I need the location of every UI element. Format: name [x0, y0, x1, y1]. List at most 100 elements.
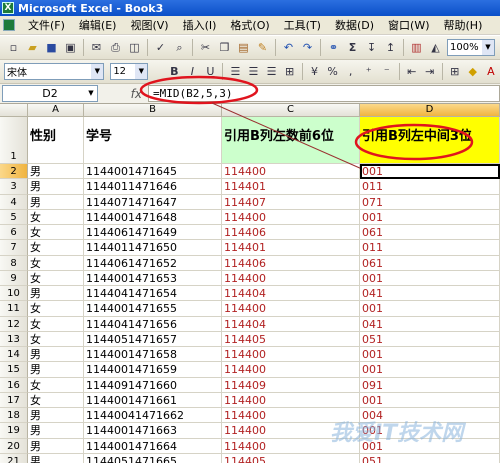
chevron-down-icon[interactable]: ▼ — [85, 86, 97, 101]
header-cell-student-id[interactable]: 学号 — [84, 117, 222, 164]
open-icon[interactable]: ▰ — [24, 39, 41, 56]
left6-cell[interactable]: 114400 — [222, 438, 360, 454]
row-header[interactable]: 17 — [0, 392, 28, 408]
workbook-icon[interactable] — [3, 19, 15, 31]
student-id-cell[interactable]: 1144001471663 — [84, 423, 222, 439]
menu-data[interactable]: 数据(D) — [328, 17, 381, 33]
align-left-icon[interactable]: ☰ — [227, 63, 243, 80]
left6-cell[interactable]: 114406 — [222, 255, 360, 271]
format-painter-icon[interactable]: ✎ — [254, 39, 271, 56]
gender-cell[interactable]: 男 — [28, 423, 84, 439]
mid3-cell[interactable]: 041 — [360, 316, 500, 332]
gender-cell[interactable]: 男 — [28, 453, 84, 463]
row-header[interactable]: 15 — [0, 362, 28, 378]
left6-cell[interactable]: 114401 — [222, 179, 360, 195]
menu-edit[interactable]: 编辑(E) — [72, 17, 124, 33]
left6-cell[interactable]: 114406 — [222, 225, 360, 241]
left6-cell[interactable]: 114400 — [222, 347, 360, 363]
row-header[interactable]: 9 — [0, 270, 28, 286]
mid3-cell[interactable]: 001 — [360, 423, 500, 439]
drawing-icon[interactable]: ◭ — [427, 39, 444, 56]
chevron-down-icon[interactable]: ▼ — [91, 64, 104, 79]
row-header[interactable]: 14 — [0, 347, 28, 363]
gender-cell[interactable]: 男 — [28, 179, 84, 195]
row-header[interactable]: 3 — [0, 179, 28, 195]
font-color-icon[interactable]: A — [483, 63, 499, 80]
gender-cell[interactable]: 男 — [28, 438, 84, 454]
header-cell-gender[interactable]: 性别 — [28, 117, 84, 164]
menu-tools[interactable]: 工具(T) — [277, 17, 328, 33]
row-header[interactable]: 21 — [0, 453, 28, 463]
left6-cell[interactable]: 114405 — [222, 453, 360, 463]
spelling-icon[interactable]: ✓ — [152, 39, 169, 56]
merge-center-icon[interactable]: ⊞ — [282, 63, 298, 80]
mid3-cell[interactable]: 061 — [360, 225, 500, 241]
left6-cell[interactable]: 114400 — [222, 423, 360, 439]
row-header[interactable]: 12 — [0, 316, 28, 332]
left6-cell[interactable]: 114401 — [222, 240, 360, 256]
gender-cell[interactable]: 男 — [28, 347, 84, 363]
paste-icon[interactable]: ▤ — [235, 39, 252, 56]
menu-window[interactable]: 窗口(W) — [381, 17, 436, 33]
mid3-cell[interactable]: 001 — [360, 270, 500, 286]
align-center-icon[interactable]: ☰ — [245, 63, 261, 80]
fill-color-icon[interactable]: ◆ — [465, 63, 481, 80]
sort-asc-icon[interactable]: ↧ — [363, 39, 380, 56]
mid3-cell[interactable]: 041 — [360, 286, 500, 302]
left6-cell[interactable]: 114400 — [222, 164, 360, 180]
print-preview-icon[interactable]: ◫ — [126, 39, 143, 56]
row-header[interactable]: 6 — [0, 225, 28, 241]
column-header-d[interactable]: D — [360, 104, 500, 117]
increase-decimal-icon[interactable]: ⁺ — [361, 63, 377, 80]
mid3-cell[interactable]: 061 — [360, 255, 500, 271]
menu-file[interactable]: 文件(F) — [21, 17, 72, 33]
gender-cell[interactable]: 女 — [28, 316, 84, 332]
left6-cell[interactable]: 114404 — [222, 316, 360, 332]
row-header[interactable]: 13 — [0, 331, 28, 347]
decrease-indent-icon[interactable]: ⇤ — [404, 63, 420, 80]
borders-icon[interactable]: ⊞ — [447, 63, 463, 80]
student-id-cell[interactable]: 1144011471646 — [84, 179, 222, 195]
percent-icon[interactable]: % — [325, 63, 341, 80]
left6-cell[interactable]: 114400 — [222, 301, 360, 317]
student-id-cell[interactable]: 1144041471654 — [84, 286, 222, 302]
select-all-corner[interactable] — [0, 104, 28, 117]
student-id-cell[interactable]: 1144011471650 — [84, 240, 222, 256]
redo-icon[interactable]: ↷ — [299, 39, 316, 56]
row-header[interactable]: 20 — [0, 438, 28, 454]
copy-icon[interactable]: ❐ — [216, 39, 233, 56]
left6-cell[interactable]: 114400 — [222, 209, 360, 225]
comma-icon[interactable]: , — [343, 63, 359, 80]
student-id-cell[interactable]: 1144061471649 — [84, 225, 222, 241]
student-id-cell[interactable]: 1144001471645 — [84, 164, 222, 180]
zoom-select[interactable]: 100% ▼ — [447, 39, 495, 56]
menu-insert[interactable]: 插入(I) — [176, 17, 224, 33]
student-id-cell[interactable]: 1144051471665 — [84, 453, 222, 463]
gender-cell[interactable]: 女 — [28, 392, 84, 408]
gender-cell[interactable]: 男 — [28, 286, 84, 302]
gender-cell[interactable]: 女 — [28, 240, 84, 256]
gender-cell[interactable]: 女 — [28, 225, 84, 241]
gender-cell[interactable]: 男 — [28, 164, 84, 180]
decrease-decimal-icon[interactable]: ⁻ — [379, 63, 395, 80]
mid3-cell[interactable]: 091 — [360, 377, 500, 393]
mid3-cell[interactable]: 051 — [360, 453, 500, 463]
save-icon[interactable]: ■ — [43, 39, 60, 56]
increase-indent-icon[interactable]: ⇥ — [422, 63, 438, 80]
email-icon[interactable]: ✉ — [88, 39, 105, 56]
print-icon[interactable]: ⎙ — [107, 39, 124, 56]
mid3-cell[interactable]: 051 — [360, 331, 500, 347]
gender-cell[interactable]: 男 — [28, 194, 84, 210]
mid3-cell[interactable]: 001 — [360, 438, 500, 454]
gender-cell[interactable]: 女 — [28, 270, 84, 286]
mid3-cell[interactable]: 011 — [360, 240, 500, 256]
chevron-down-icon[interactable]: ▼ — [135, 64, 148, 79]
student-id-cell[interactable]: 1144041471656 — [84, 316, 222, 332]
student-id-cell[interactable]: 1144001471661 — [84, 392, 222, 408]
undo-icon[interactable]: ↶ — [280, 39, 297, 56]
row-header[interactable]: 4 — [0, 194, 28, 210]
menu-view[interactable]: 视图(V) — [123, 17, 175, 33]
mid3-cell[interactable]: 004 — [360, 408, 500, 424]
hyperlink-icon[interactable]: ⚭ — [325, 39, 342, 56]
left6-cell[interactable]: 114405 — [222, 331, 360, 347]
